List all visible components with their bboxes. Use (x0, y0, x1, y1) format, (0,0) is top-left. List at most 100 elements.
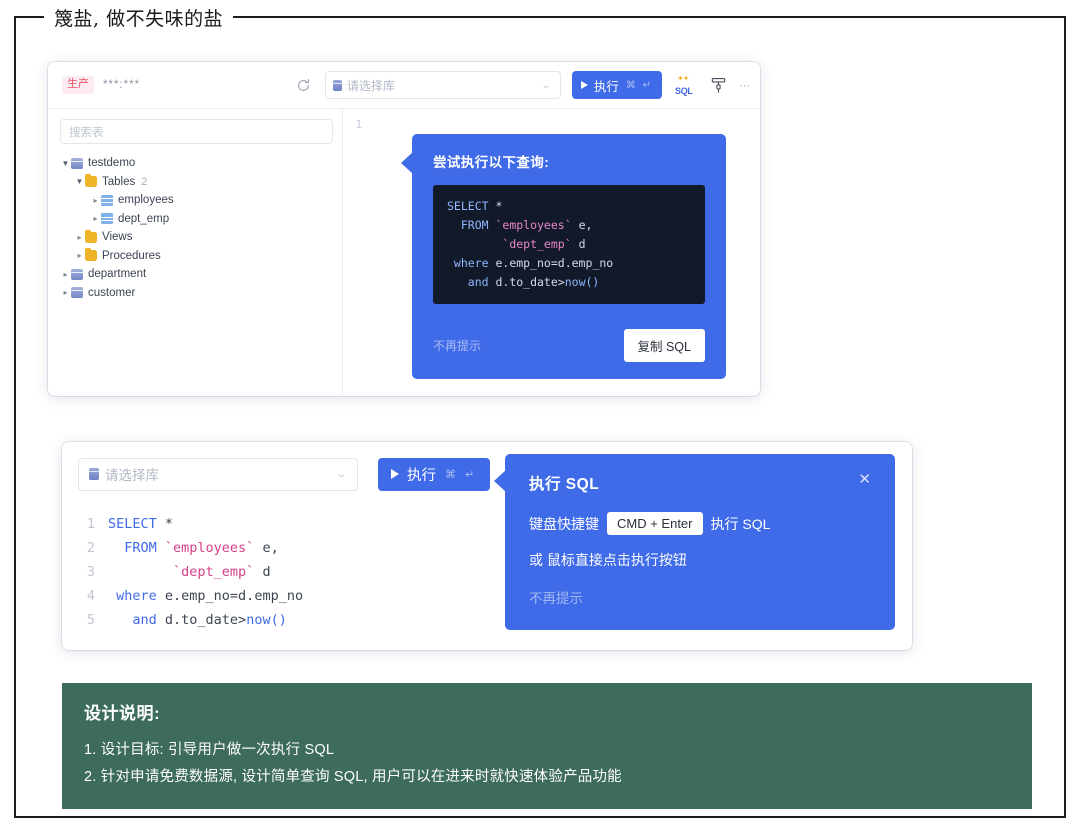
tree-item-label: Views (102, 231, 133, 244)
play-icon (391, 469, 399, 479)
tree-item-employees[interactable]: ▸ employees (60, 191, 333, 210)
environment-badge: 生产 (62, 76, 94, 94)
close-icon[interactable]: ✕ (858, 472, 871, 487)
caret-down-icon[interactable]: ▼ (60, 159, 71, 168)
execute-sql-tooltip-title: 执行 SQL (529, 476, 600, 493)
database-icon (332, 79, 342, 91)
sql-token: d (254, 564, 271, 580)
sql-token: and (447, 275, 489, 289)
tree-item-label: Tables (102, 175, 136, 188)
sql-token: FROM (447, 218, 496, 232)
schema-tree-pane: 搜索表 ▼ testdemo ▼ Tables 2 ▸ employees ▸ … (48, 109, 343, 396)
database-select[interactable]: 请选择库 ⌄ (324, 71, 561, 99)
editor-line-text: `dept_emp` d (108, 560, 271, 584)
sql-token: SELECT (108, 516, 157, 532)
sql-token: e.emp_no=d.emp_no (156, 588, 304, 604)
database-icon (89, 467, 99, 481)
sql-format-icon[interactable]: ✦✦ SQL (675, 74, 695, 96)
dismiss-tooltip-link[interactable]: 不再提示 (433, 337, 481, 354)
tooltip-arrow-icon (494, 470, 506, 492)
tree-item-label: employees (118, 194, 174, 207)
table-icon (101, 213, 113, 225)
caret-right-icon[interactable]: ▸ (90, 214, 101, 223)
shortcut-instruction-line: 键盘快捷键 CMD + Enter 执行 SQL (529, 512, 871, 535)
toolbar-overflow-icon[interactable]: ⋯ (739, 79, 750, 92)
sql-token: `employees` (164, 540, 255, 556)
tree-item-dept-emp[interactable]: ▸ dept_emp (60, 210, 333, 229)
sql-token: `dept_emp` (502, 237, 572, 251)
dismiss-tooltip-link[interactable]: 不再提示 (529, 587, 871, 607)
tooltip-arrow-icon (401, 152, 413, 174)
sql-token: now() (246, 612, 287, 628)
database-icon (71, 157, 83, 169)
sql-token: e.emp_no=d.emp_no (488, 256, 614, 270)
sql-token: where (447, 256, 489, 270)
tree-item-label: department (88, 268, 147, 281)
sql-token: d (571, 237, 586, 251)
database-icon (71, 268, 83, 280)
database-icon (71, 287, 83, 299)
tree-item-label: customer (88, 286, 136, 299)
tree-item-views[interactable]: ▸ Views (60, 228, 333, 247)
frame-title: 篾盐, 做不失味的盐 (54, 7, 224, 30)
sql-token: SELECT (447, 199, 489, 213)
design-notes-item: 1. 设计目标: 引导用户做一次执行 SQL (84, 742, 335, 758)
caret-right-icon[interactable]: ▸ (60, 270, 71, 279)
connection-name-masked: ***:*** (103, 79, 141, 91)
caret-right-icon[interactable]: ▸ (74, 233, 85, 242)
caret-down-icon[interactable]: ▼ (74, 177, 85, 186)
try-query-tooltip-title: 尝试执行以下查询: (433, 155, 550, 170)
sql-token: `employees` (495, 218, 572, 232)
editor-line-gutter: 1 (343, 109, 371, 396)
try-query-tooltip-footer: 不再提示 复制 SQL (433, 329, 705, 362)
mouse-instruction-line: 或 鼠标直接点击执行按钮 (529, 550, 871, 570)
sql-token: e, (254, 540, 279, 556)
line-number: 3 (86, 564, 95, 580)
copy-sql-button[interactable]: 复制 SQL (623, 329, 705, 362)
sql-token: * (488, 199, 503, 213)
sparkle-icon: ✦✦ (677, 74, 689, 83)
tree-item-label: Procedures (102, 249, 161, 262)
line-number: 5 (86, 612, 95, 628)
tree-item-customer[interactable]: ▸ customer (60, 284, 333, 303)
tree-item-label: dept_emp (118, 212, 170, 225)
brush-icon[interactable] (708, 77, 728, 94)
sql-token: FROM (108, 540, 165, 556)
table-search-placeholder: 搜索表 (69, 126, 104, 139)
database-select[interactable]: 请选择库 ⌄ (78, 457, 358, 491)
shortcut-suffix-text: 执行 SQL (710, 515, 771, 532)
shortcut-prefix-text: 键盘快捷键 (529, 515, 599, 532)
tree-item-testdemo[interactable]: ▼ testdemo (60, 154, 333, 173)
sql-format-icon-label: SQL (675, 86, 693, 96)
sql-token: d.to_date> (488, 275, 565, 289)
caret-right-icon[interactable]: ▸ (60, 288, 71, 297)
tree-item-procedures[interactable]: ▸ Procedures (60, 247, 333, 266)
execute-button[interactable]: 执行 ⌘ ↵ (378, 457, 491, 491)
mouse-instruction-text: 或 鼠标直接点击执行按钮 (529, 552, 687, 568)
execute-sql-tooltip: 执行 SQL ✕ 键盘快捷键 CMD + Enter 执行 SQL 或 鼠标直接… (494, 454, 895, 630)
sql-token: e, (571, 218, 593, 232)
editor-line-text: where e.emp_no=d.emp_no (108, 584, 303, 608)
tree-item-department[interactable]: ▸ department (60, 265, 333, 284)
execute-button-label: 执行 (593, 79, 619, 94)
suggested-sql-code-block: SELECT * FROM `employees` e, `dept_emp` … (433, 185, 705, 304)
line-number: 4 (86, 588, 95, 604)
sql-token: now() (564, 275, 600, 289)
caret-right-icon[interactable]: ▸ (74, 251, 85, 260)
execute-button[interactable]: 执行 ⌘ ↵ (571, 71, 662, 99)
design-notes-item: 2. 针对申请免费数据源, 设计简单查询 SQL, 用户可以在进来时就快速体验产… (84, 769, 622, 785)
folder-icon (85, 229, 97, 243)
database-select-placeholder: 请选择库 (346, 78, 395, 93)
sql-token: and (108, 612, 157, 628)
execute-shortcut-hint: ⌘ ↵ (445, 468, 478, 481)
design-notes-box: 设计说明: 1. 设计目标: 引导用户做一次执行 SQL 2. 针对申请免费数据… (62, 683, 1032, 809)
tree-item-count: 2 (141, 175, 148, 188)
tree-item-label: testdemo (88, 157, 136, 170)
refresh-icon[interactable] (293, 74, 315, 96)
frame-title-container: 篾盐, 做不失味的盐 (44, 3, 234, 31)
tree-item-tables[interactable]: ▼ Tables 2 (60, 173, 333, 192)
ide-toolbar: 生产 ***:*** 请选择库 ⌄ 执行 ⌘ ↵ ✦✦ SQL ⋯ (48, 62, 760, 109)
table-search-input[interactable]: 搜索表 (60, 119, 333, 144)
caret-right-icon[interactable]: ▸ (90, 196, 101, 205)
